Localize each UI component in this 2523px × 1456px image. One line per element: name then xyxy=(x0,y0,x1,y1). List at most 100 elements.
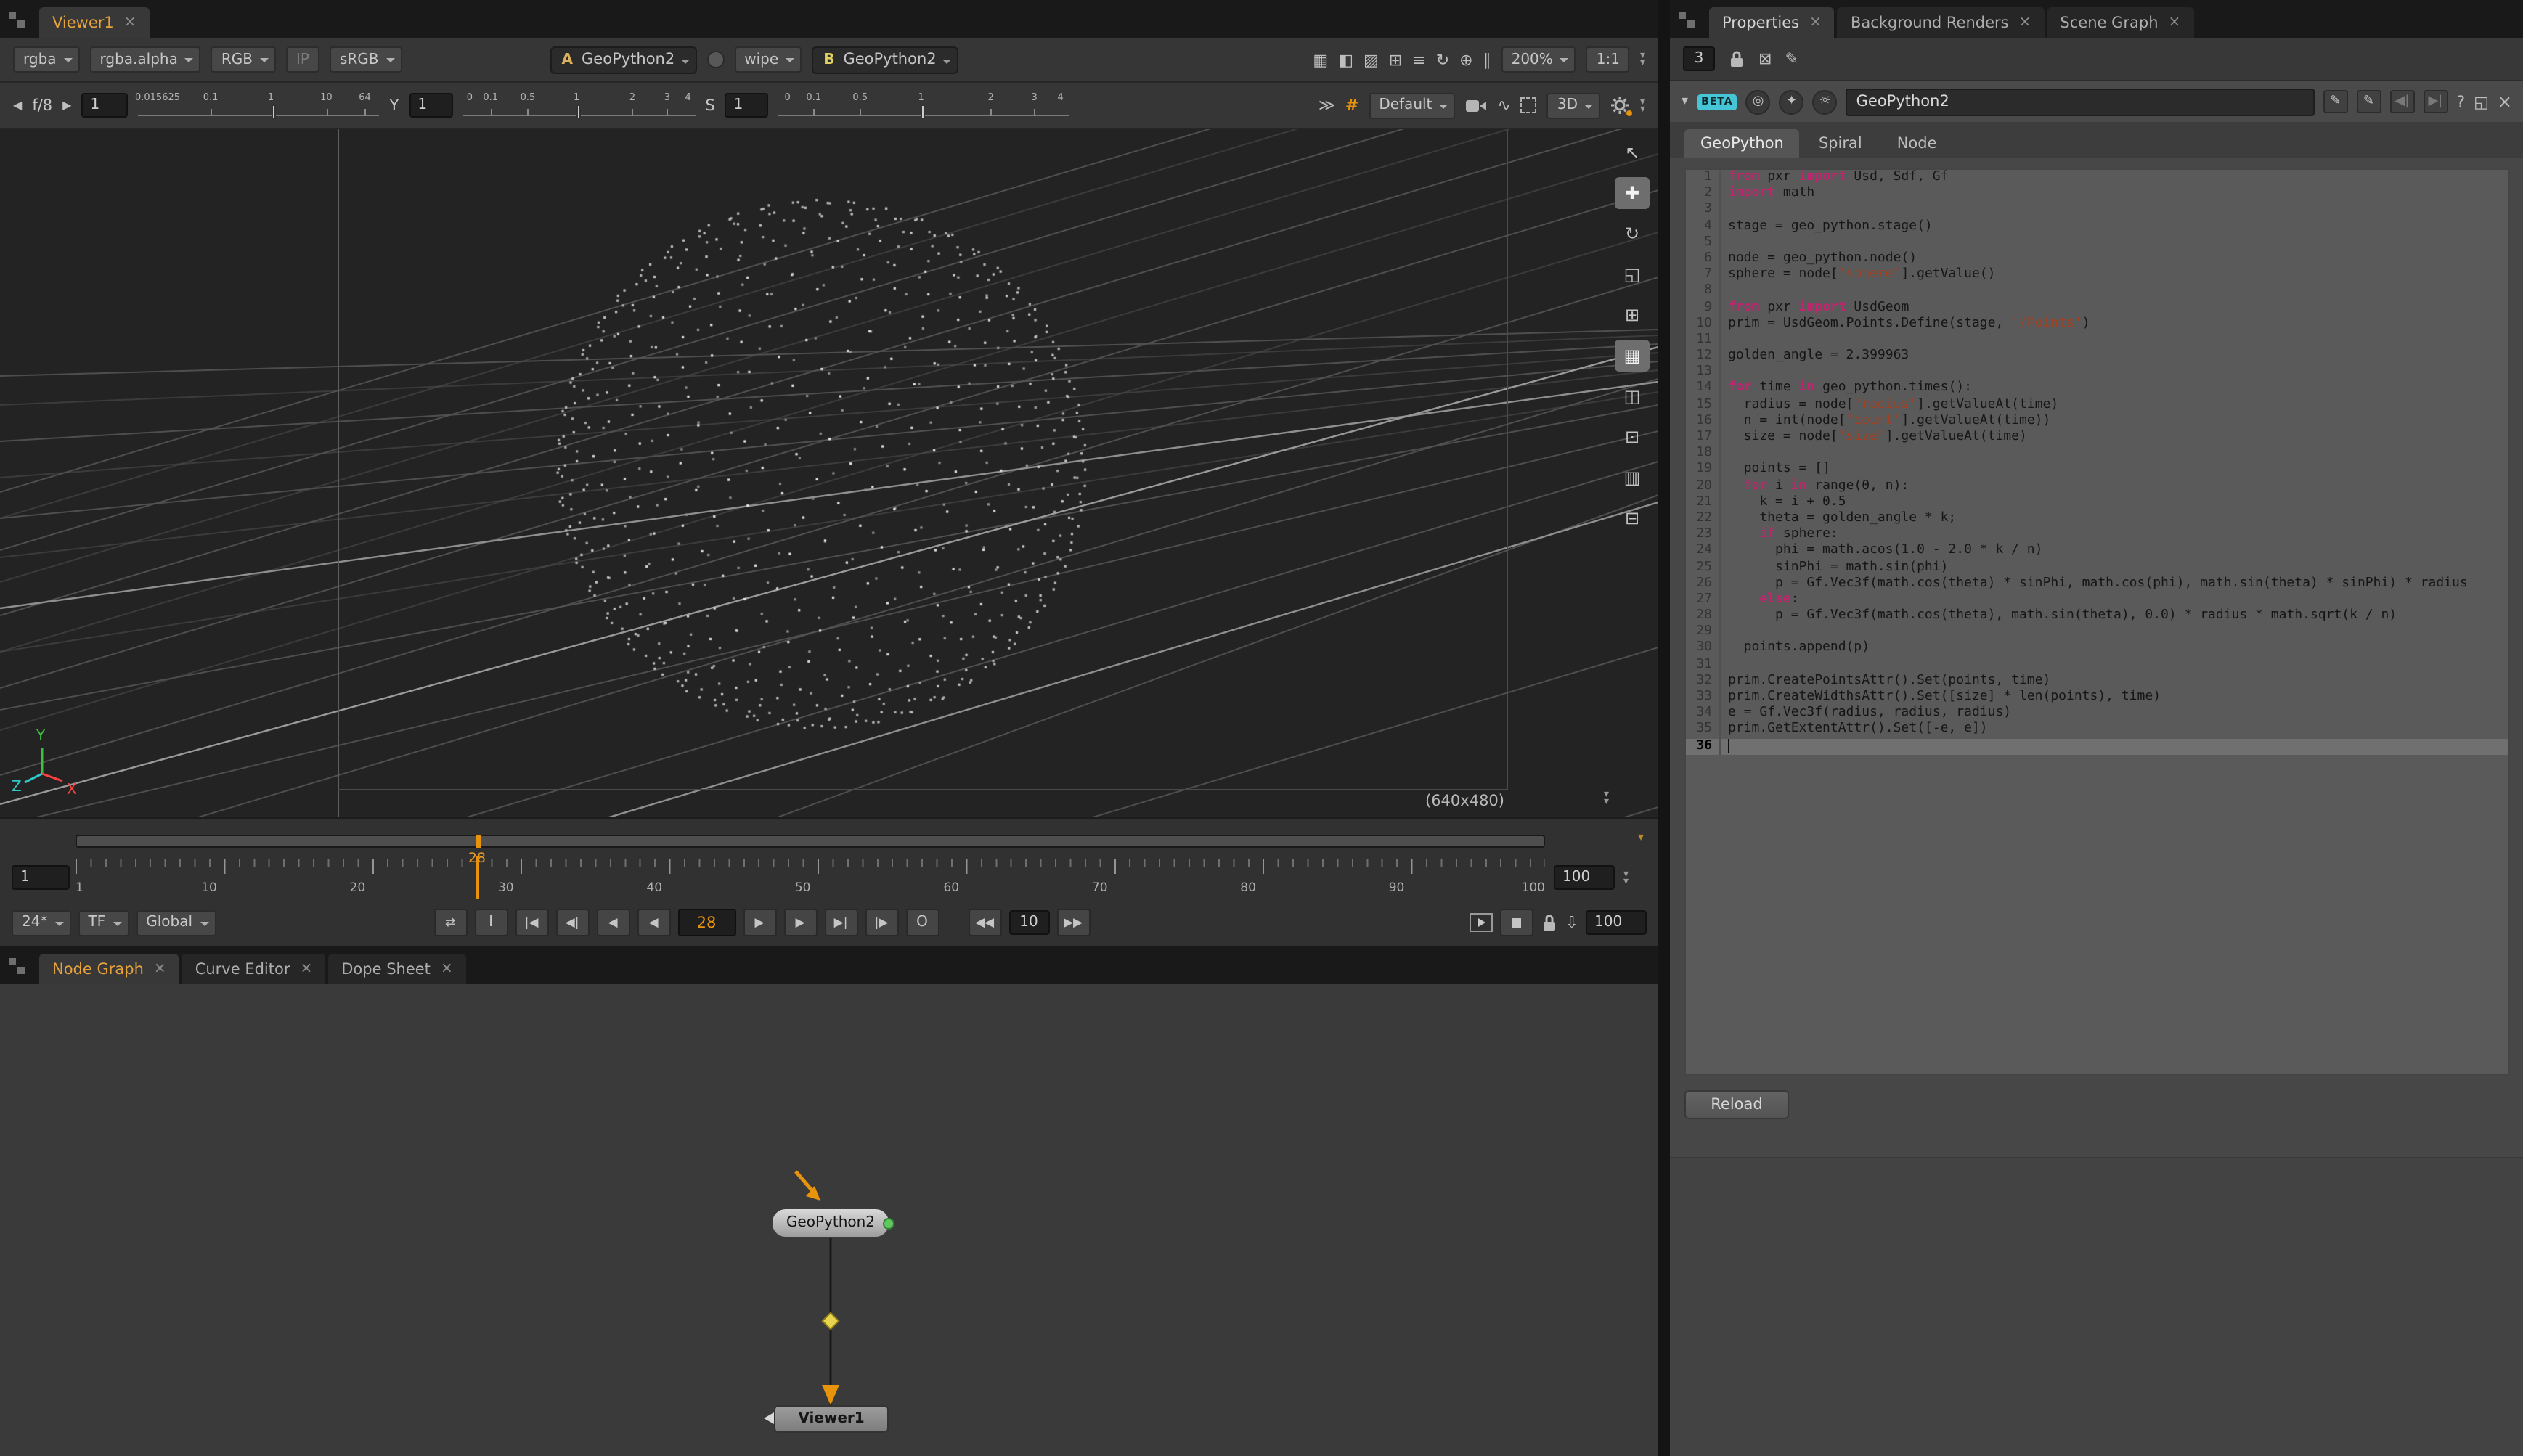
view-mode-icon-1[interactable]: ⊞ xyxy=(1615,299,1650,331)
close-icon[interactable]: × xyxy=(124,15,136,30)
monitor-out-icon[interactable]: ⊞ xyxy=(1389,52,1402,68)
toolbar-overflow-icon[interactable]: ▾▾ xyxy=(1640,52,1645,67)
code-line[interactable]: 20 for i in range(0, n): xyxy=(1686,478,2508,494)
code-line[interactable]: 15 radius = node['radius'].getValueAt(ti… xyxy=(1686,397,2508,413)
lock-panels-icon[interactable] xyxy=(1728,49,1745,68)
code-line[interactable]: 7sphere = node['sphere'].getValue() xyxy=(1686,267,2508,283)
tf-dropdown[interactable]: TF xyxy=(78,909,129,936)
code-line[interactable]: 27 else: xyxy=(1686,592,2508,608)
code-line[interactable]: 2import math xyxy=(1686,186,2508,202)
code-line[interactable]: 16 n = int(node['count'].getValueAt(time… xyxy=(1686,414,2508,430)
code-line[interactable]: 17 size = node['size'].getValueAt(time) xyxy=(1686,430,2508,446)
pane-splitter[interactable] xyxy=(1658,0,1670,1456)
timeline-playhead[interactable] xyxy=(476,856,479,899)
range-start-field[interactable]: 1 xyxy=(12,865,70,890)
toolbar2-overflow-icon[interactable]: ▾▾ xyxy=(1640,98,1645,113)
python-script-editor[interactable]: 1from pxr import Usd, Sdf, Gf2import mat… xyxy=(1684,168,2509,1076)
clear-panels-icon[interactable]: ⊠ xyxy=(1758,51,1772,67)
skip-forward-button[interactable]: ▶▶ xyxy=(1056,909,1090,936)
export-range-icon[interactable]: ⇩ xyxy=(1565,915,1578,931)
code-line[interactable]: 21 k = i + 0.5 xyxy=(1686,495,2508,511)
tab-node[interactable]: Node xyxy=(1881,129,1953,158)
frame-ruler[interactable]: 1 10 20 30 40 50 60 70 80 90 100 xyxy=(76,856,1545,899)
set-in-button[interactable]: I xyxy=(474,909,508,936)
roi-icon[interactable]: ⊕ xyxy=(1459,52,1472,68)
flipbook-render-icon[interactable] xyxy=(1470,913,1493,932)
close-icon[interactable]: × xyxy=(2019,15,2031,30)
help-icon[interactable]: ? xyxy=(2456,94,2465,110)
set-out-button[interactable]: O xyxy=(905,909,939,936)
code-line[interactable]: 26 p = Gf.Vec3f(math.cos(theta) * sinPhi… xyxy=(1686,576,2508,592)
range-end-field[interactable]: 100 xyxy=(1554,865,1615,890)
checker-icon[interactable]: ▦ xyxy=(1313,52,1328,68)
input-b-dropdown[interactable]: B GeoPython2 xyxy=(812,46,958,73)
tab-properties[interactable]: Properties × xyxy=(1709,7,1835,38)
input-a-dropdown[interactable]: A GeoPython2 xyxy=(550,46,697,73)
step-back-button[interactable]: ◀ xyxy=(596,909,629,936)
wipe-center-button[interactable] xyxy=(706,51,724,68)
edit-expression-icon[interactable]: ✎ xyxy=(2323,90,2347,113)
close-icon[interactable]: × xyxy=(1809,15,1822,30)
go-to-end-button[interactable]: |▶ xyxy=(865,909,898,936)
code-line[interactable]: 9from pxr import UsdGeom xyxy=(1686,300,2508,316)
saturation-value-field[interactable]: 1 xyxy=(725,93,769,118)
viewer-viewport[interactable]: Y Z X (640x480) ↖ ✚ ↻ ◱ ⊞ ▦ ◫ ⊡ ▥ ⊟ ▾▾ xyxy=(0,129,1658,817)
redo-panel-icon[interactable]: ▶| xyxy=(2423,90,2447,113)
reload-button[interactable]: Reload xyxy=(1684,1090,1789,1119)
code-line[interactable]: 5 xyxy=(1686,235,2508,251)
camera-icon[interactable] xyxy=(1465,97,1487,113)
zoom-dropdown[interactable]: 200% xyxy=(1501,46,1576,73)
code-line[interactable]: 10prim = UsdGeom.Points.Define(stage, '/… xyxy=(1686,316,2508,332)
close-panel-icon[interactable]: × xyxy=(2498,93,2512,110)
viewer-settings-gear-icon[interactable] xyxy=(1611,96,1630,115)
code-line[interactable]: 18 xyxy=(1686,446,2508,462)
close-icon[interactable]: × xyxy=(2169,15,2181,30)
fps-dropdown[interactable]: 24* xyxy=(12,909,70,936)
record-button[interactable]: ■ xyxy=(1500,909,1533,936)
panel-grip-icon[interactable] xyxy=(9,958,28,977)
playback-cycle-button[interactable]: ⇄ xyxy=(433,909,467,936)
range-playhead-marker[interactable] xyxy=(477,835,481,848)
code-line[interactable]: 36 xyxy=(1686,738,2508,754)
node-name-field[interactable]: GeoPython2 xyxy=(1846,88,2315,115)
close-icon[interactable]: × xyxy=(441,962,453,976)
lock-range-icon[interactable] xyxy=(1541,913,1558,932)
code-line[interactable]: 14for time in geo_python.times(): xyxy=(1686,381,2508,397)
alpha-dropdown[interactable]: rgba.alpha xyxy=(90,46,201,73)
channels-dropdown[interactable]: rgba xyxy=(13,46,80,73)
refresh-icon[interactable]: ↻ xyxy=(1436,52,1449,68)
close-icon[interactable]: × xyxy=(154,962,166,976)
tab-background-renders[interactable]: Background Renders × xyxy=(1838,7,2044,38)
fstop-prev-icon[interactable]: ◀ xyxy=(13,99,22,111)
view-mode-icon-2[interactable]: ▦ xyxy=(1615,340,1650,372)
code-line[interactable]: 23 if sphere: xyxy=(1686,527,2508,543)
go-to-start-button[interactable]: |◀ xyxy=(515,909,548,936)
code-line[interactable]: 4stage = geo_python.stage() xyxy=(1686,218,2508,234)
code-line[interactable]: 29 xyxy=(1686,625,2508,641)
gamma-value-field[interactable]: 1 xyxy=(409,93,452,118)
play-backward-button[interactable]: ◀ xyxy=(637,909,670,936)
scanlines-icon[interactable]: ≡ xyxy=(1412,52,1425,68)
code-line[interactable]: 12golden_angle = 2.399963 xyxy=(1686,348,2508,364)
code-line[interactable]: 25 sinPhi = math.sin(phi) xyxy=(1686,560,2508,576)
stripes-icon[interactable]: ▨ xyxy=(1364,52,1379,68)
panel-grip-icon[interactable] xyxy=(1679,12,1697,30)
nodegraph-canvas[interactable]: GeoPython2 Viewer1 xyxy=(0,984,1658,1456)
node-geopython2[interactable]: GeoPython2 xyxy=(771,1208,890,1238)
next-keyframe-button[interactable]: ▶| xyxy=(824,909,857,936)
prev-keyframe-button[interactable]: ◀| xyxy=(555,909,589,936)
tab-scene-graph[interactable]: Scene Graph × xyxy=(2047,7,2193,38)
tab-dope-sheet[interactable]: Dope Sheet × xyxy=(328,954,465,984)
code-line[interactable]: 1from pxr import Usd, Sdf, Gf xyxy=(1686,170,2508,186)
view-mode-icon-5[interactable]: ▥ xyxy=(1615,462,1650,494)
wipe-dropdown[interactable]: wipe xyxy=(734,46,802,73)
code-line[interactable]: 33prim.CreateWidthsAttr().Set([size] * l… xyxy=(1686,690,2508,705)
code-line[interactable]: 3 xyxy=(1686,203,2508,218)
colorspace-dropdown[interactable]: sRGB xyxy=(330,46,402,73)
disclosure-icon[interactable]: ▾ xyxy=(1682,95,1688,108)
code-line[interactable]: 6node = geo_python.node() xyxy=(1686,251,2508,267)
saturation-slider[interactable]: 0 0.1 0.5 1 2 3 4 xyxy=(779,89,1069,121)
code-line[interactable]: 30 points.append(p) xyxy=(1686,641,2508,657)
code-line[interactable]: 19 points = [] xyxy=(1686,462,2508,478)
play-forward-button[interactable]: ▶ xyxy=(743,909,776,936)
